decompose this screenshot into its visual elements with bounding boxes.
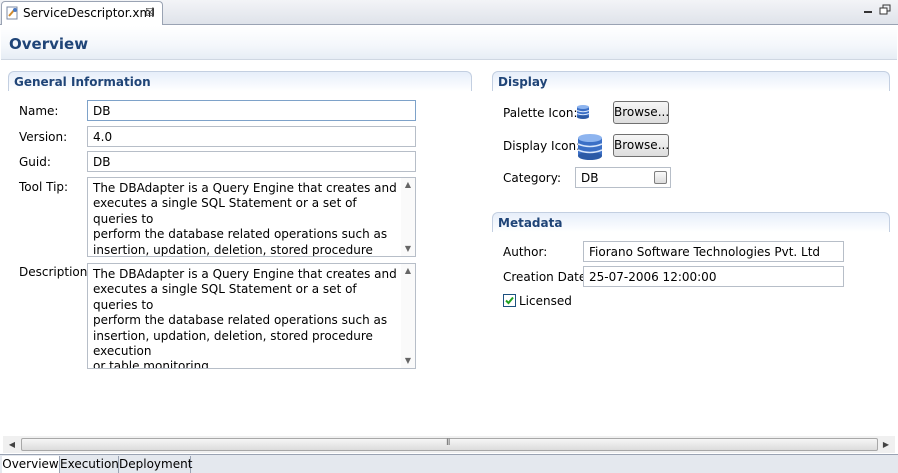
database-icon [575, 104, 591, 123]
database-icon [575, 133, 605, 164]
version-field[interactable]: 4.0 [87, 126, 416, 147]
licensed-label[interactable]: Licensed [519, 294, 572, 308]
palette-browse-button[interactable]: Browse... [613, 101, 669, 124]
horizontal-scrollbar[interactable]: ◀ Ⅱ ▶ [3, 436, 895, 453]
version-label: Version: [19, 130, 68, 144]
description-scrollbar[interactable]: ▲ ▼ [401, 264, 415, 368]
tooltip-scrollbar[interactable]: ▲ ▼ [401, 178, 415, 256]
display-section-title: Display [498, 75, 548, 89]
description-label: Description: [19, 265, 92, 279]
scrollbar-thumb[interactable]: Ⅱ [21, 438, 878, 451]
tooltip-label: Tool Tip: [19, 180, 69, 194]
bottom-tab-bar: Overview Execution Deployment [0, 454, 898, 473]
guid-field[interactable]: DB [87, 151, 416, 172]
metadata-section-header[interactable]: Metadata [492, 212, 890, 232]
author-field[interactable]: Fiorano Software Technologies Pvt. Ltd [583, 241, 844, 262]
author-label: Author: [503, 245, 548, 259]
metadata-section-title: Metadata [498, 216, 563, 230]
name-label: Name: [19, 104, 59, 118]
guid-label: Guid: [19, 155, 51, 169]
checkbox-icon[interactable] [503, 294, 516, 307]
palette-icon-label: Palette Icon: [503, 106, 578, 120]
scroll-down-icon[interactable]: ▼ [401, 354, 415, 368]
category-label: Category: [503, 171, 561, 185]
display-icon-label: Display Icon: [503, 139, 581, 153]
category-picker-button[interactable] [654, 171, 667, 184]
scroll-up-icon[interactable]: ▲ [401, 264, 415, 278]
description-text: The DBAdapter is a Query Engine that cre… [93, 267, 397, 369]
minimize-icon[interactable] [862, 4, 874, 16]
scroll-up-icon[interactable]: ▲ [401, 178, 415, 192]
close-icon[interactable]: ☒ [145, 6, 155, 19]
scroll-left-icon[interactable]: ◀ [5, 438, 19, 451]
display-section-header[interactable]: Display [492, 71, 890, 91]
tooltip-textarea[interactable]: The DBAdapter is a Query Engine that cre… [87, 177, 416, 257]
name-field[interactable]: DB [87, 100, 416, 121]
tab-overview[interactable]: Overview [2, 456, 60, 473]
form-header: Overview [1, 26, 897, 60]
grip-icon: Ⅱ [446, 438, 451, 448]
scroll-right-icon[interactable]: ▶ [879, 438, 893, 451]
creation-date-label: Creation Date: [503, 270, 591, 284]
tooltip-text: The DBAdapter is a Query Engine that cre… [93, 181, 397, 257]
editor-tab-title: ServiceDescriptor.xml [23, 6, 155, 20]
description-textarea[interactable]: The DBAdapter is a Query Engine that cre… [87, 263, 416, 369]
editor-tab-bar: ServiceDescriptor.xml ☒ [0, 0, 898, 25]
general-section-header[interactable]: General Information [8, 71, 472, 91]
creation-date-field[interactable]: 25-07-2006 12:00:00 [583, 266, 844, 287]
maximize-icon[interactable] [879, 4, 891, 16]
display-browse-button[interactable]: Browse... [613, 134, 669, 157]
tab-deployment[interactable]: Deployment [119, 456, 192, 473]
general-section-title: General Information [14, 75, 151, 89]
tab-execution[interactable]: Execution [60, 456, 119, 473]
category-value: DB [581, 171, 599, 185]
page-title: Overview [9, 35, 89, 53]
xml-file-icon [6, 6, 20, 23]
editor-tab[interactable]: ServiceDescriptor.xml ☒ [1, 1, 163, 25]
scroll-down-icon[interactable]: ▼ [401, 242, 415, 256]
